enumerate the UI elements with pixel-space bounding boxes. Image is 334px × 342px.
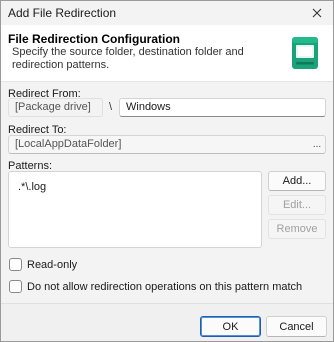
no-redirect-checkbox[interactable]: [9, 280, 22, 293]
readonly-label[interactable]: Read-only: [27, 259, 77, 271]
patterns-list[interactable]: .*\.log: [8, 171, 262, 248]
header-description: Specify the source folder, destination f…: [12, 46, 244, 71]
redirect-to-browse-button[interactable]: ...: [310, 137, 324, 151]
add-pattern-button[interactable]: Add...: [268, 171, 326, 191]
title-bar: Add File Redirection: [1, 1, 333, 25]
cancel-button[interactable]: Cancel: [266, 316, 327, 337]
no-redirect-label[interactable]: Do not allow redirection operations on t…: [27, 281, 302, 293]
redirect-to-field[interactable]: [LocalAppDataFolder]: [8, 135, 326, 154]
ok-button[interactable]: OK: [200, 316, 261, 337]
dialog-footer: OK Cancel: [1, 303, 333, 341]
list-item[interactable]: .*\.log: [18, 181, 46, 193]
close-button[interactable]: [301, 1, 333, 25]
header-panel: File Redirection Configuration Specify t…: [1, 25, 333, 82]
redirect-from-drive-field: [Package drive]: [8, 98, 103, 117]
add-file-redirection-dialog: Add File Redirection File Redirection Co…: [0, 0, 334, 342]
path-separator: \: [109, 101, 113, 113]
redirect-from-folder-input[interactable]: Windows: [119, 98, 326, 117]
remove-pattern-button[interactable]: Remove: [268, 219, 326, 239]
window-title: Add File Redirection: [8, 6, 117, 20]
readonly-checkbox[interactable]: [9, 258, 22, 271]
header-title: File Redirection Configuration: [8, 32, 181, 46]
drive-icon: [292, 37, 318, 69]
close-icon: [312, 8, 322, 18]
edit-pattern-button[interactable]: Edit...: [268, 195, 326, 215]
